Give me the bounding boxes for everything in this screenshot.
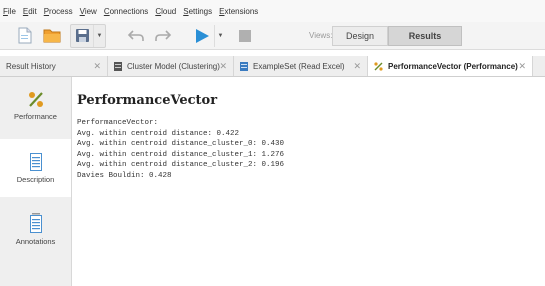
close-icon[interactable]: ✕ <box>93 61 101 72</box>
tab-label: Result History <box>6 61 56 71</box>
performance-line: Avg. within centroid distance_cluster_2:… <box>77 161 285 170</box>
main-toolbar: ▼ ▼ Views: Design Results <box>0 22 545 50</box>
sidebar-item-label: Description <box>16 175 55 184</box>
run-icon <box>196 28 209 43</box>
tab-example-set[interactable]: ExampleSet (Read Excel) ✕ <box>234 56 368 76</box>
tab-performance-vector[interactable]: PerformanceVector (Performance) ✕ <box>368 56 533 76</box>
menu-settings[interactable]: Settings <box>183 7 212 16</box>
percent-icon <box>28 92 43 107</box>
performance-line: Avg. within centroid distance: 0.422 <box>77 129 240 138</box>
redo-button[interactable] <box>151 25 175 47</box>
undo-icon <box>127 29 144 41</box>
menu-connections[interactable]: Connections <box>104 7 148 16</box>
caret-down-icon: ▼ <box>96 32 103 39</box>
redo-icon <box>155 29 172 41</box>
menu-file[interactable]: File <box>3 7 16 16</box>
tab-label: Cluster Model (Clustering) <box>127 61 220 71</box>
results-tab-bar: Result History ✕ Cluster Model (Clusteri… <box>0 56 545 77</box>
sidebar-item-performance[interactable]: Performance <box>0 77 71 135</box>
views-label: Views: <box>309 31 333 40</box>
performance-line: Avg. within centroid distance_cluster_0:… <box>77 140 285 149</box>
results-view-button[interactable]: Results <box>388 26 462 46</box>
performance-text: PerformanceVector: Avg. within centroid d… <box>77 118 284 182</box>
sidebar-item-label: Annotations <box>15 237 56 246</box>
percent-icon <box>374 61 383 71</box>
new-process-icon <box>18 27 32 44</box>
close-icon[interactable]: ✕ <box>219 61 227 72</box>
sidebar-item-annotations[interactable]: Annotations <box>0 201 71 259</box>
sidebar-item-description[interactable]: Description <box>0 139 71 197</box>
menu-view[interactable]: View <box>80 7 97 16</box>
save-dropdown[interactable]: ▼ <box>93 24 105 47</box>
menu-extensions[interactable]: Extensions <box>219 7 258 16</box>
undo-button[interactable] <box>124 25 148 47</box>
document-icon <box>29 153 42 171</box>
menu-process[interactable]: Process <box>44 7 73 16</box>
tab-result-history[interactable]: Result History ✕ <box>0 56 108 76</box>
example-set-icon <box>240 61 248 71</box>
menu-bar: File Edit Process View Connections Cloud… <box>0 0 545 22</box>
close-icon[interactable]: ✕ <box>353 61 361 72</box>
tab-cluster-model[interactable]: Cluster Model (Clustering) ✕ <box>108 56 234 76</box>
sidebar-item-label: Performance <box>14 112 57 121</box>
save-button[interactable] <box>71 25 93 47</box>
menu-cloud[interactable]: Cloud <box>155 7 176 16</box>
close-icon[interactable]: ✕ <box>518 61 526 72</box>
new-process-button[interactable] <box>13 25 37 47</box>
caret-down-icon: ▼ <box>217 32 224 39</box>
result-view-sidebar: Performance Description Annotations <box>0 77 72 286</box>
tab-label: PerformanceVector (Performance) <box>388 61 518 71</box>
open-folder-icon <box>43 29 61 43</box>
run-button[interactable] <box>190 25 214 47</box>
design-view-button[interactable]: Design <box>332 26 388 46</box>
performance-line: Avg. within centroid distance_cluster_1:… <box>77 150 285 159</box>
run-dropdown[interactable]: ▼ <box>214 24 226 47</box>
cluster-model-icon <box>114 61 122 71</box>
menu-edit[interactable]: Edit <box>23 7 37 16</box>
save-icon <box>75 29 89 42</box>
tab-label: ExampleSet (Read Excel) <box>253 61 345 71</box>
stop-icon <box>239 29 251 42</box>
open-button[interactable] <box>40 25 64 47</box>
stop-button[interactable] <box>233 25 257 47</box>
notes-icon <box>29 213 42 233</box>
save-group: ▼ <box>70 23 106 48</box>
page-title: PerformanceVector <box>77 93 218 108</box>
performance-line: PerformanceVector: <box>77 119 159 127</box>
performance-line: Davies Bouldin: 0.428 <box>77 171 172 180</box>
description-panel: PerformanceVector PerformanceVector: Avg.… <box>74 77 545 286</box>
run-group: ▼ <box>189 24 227 48</box>
